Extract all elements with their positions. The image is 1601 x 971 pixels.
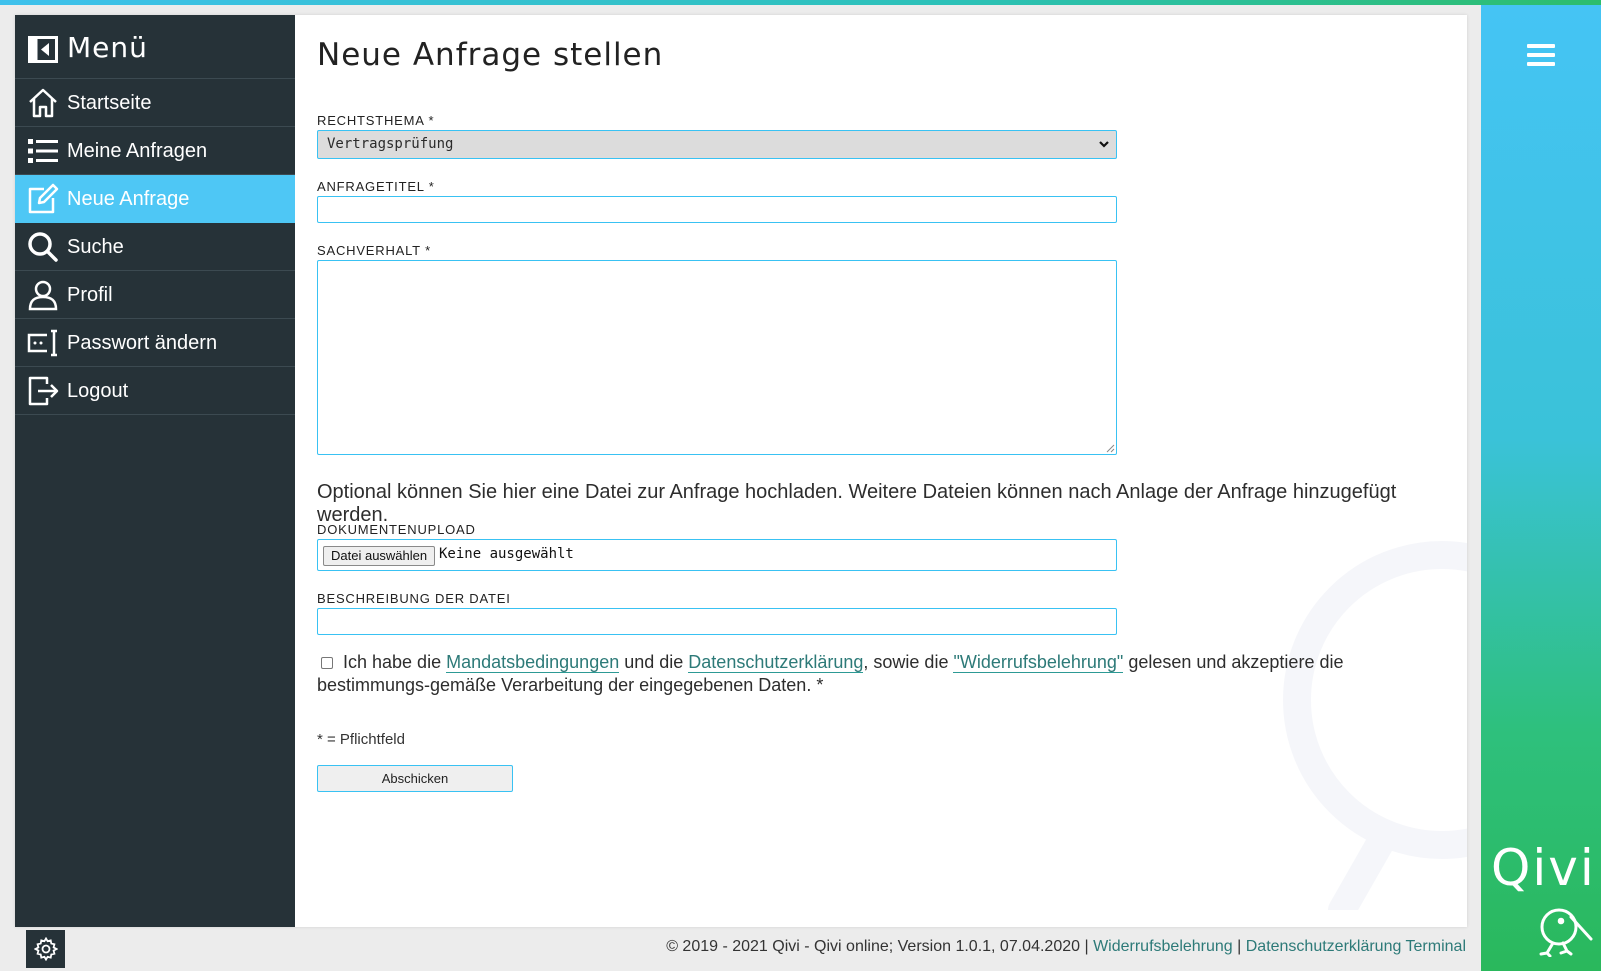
sidebar-item-label: Profil (67, 284, 113, 306)
sidebar-item-passwort-aendern[interactable]: Passwort ändern (15, 319, 295, 367)
chevron-down-icon (1099, 141, 1109, 148)
datenschutzerklaerung-link[interactable]: Datenschutzerklärung (688, 652, 864, 673)
search-icon (28, 232, 58, 262)
file-status: Keine ausgewählt (439, 546, 574, 562)
anfragetitel-input[interactable] (317, 196, 1117, 223)
brand-logo: Qivi (1489, 843, 1601, 971)
required-note: * = Pflichtfeld (317, 731, 405, 748)
mandatsbedingungen-link[interactable]: Mandatsbedingungen (446, 652, 620, 673)
settings-button[interactable] (26, 930, 65, 968)
sachverhalt-textarea[interactable] (317, 260, 1117, 455)
consent-checkbox[interactable] (321, 657, 333, 669)
top-accent-bar (0, 0, 1601, 5)
resize-grip-icon[interactable] (1105, 443, 1115, 453)
sidebar-item-label: Meine Anfragen (67, 140, 208, 162)
right-rail: Qivi (1481, 5, 1601, 971)
sidebar-item-label: Neue Anfrage (67, 188, 190, 210)
footer-datenschutz-link[interactable]: Datenschutzerklärung (1246, 938, 1402, 955)
sidebar-item-startseite[interactable]: Startseite (15, 79, 295, 127)
home-icon (29, 88, 57, 118)
password-icon (27, 329, 57, 357)
sidebar-item-profil[interactable]: Profil (15, 271, 295, 319)
brand-name: Qivi (1491, 839, 1596, 897)
beschreibung-label: BESCHREIBUNG DER DATEI (317, 591, 511, 606)
sidebar: Menü Startseite Meine Anfragen Neue Anfr… (15, 15, 295, 927)
rechtsthema-value: Vertragsprüfung (327, 136, 454, 152)
list-icon (28, 139, 58, 163)
sidebar-item-meine-anfragen[interactable]: Meine Anfragen (15, 127, 295, 175)
footer-widerruf-link[interactable]: Widerrufsbelehrung (1093, 938, 1233, 955)
sidebar-item-neue-anfrage[interactable]: Neue Anfrage (15, 175, 295, 223)
user-icon (28, 280, 58, 311)
beschreibung-input[interactable] (317, 608, 1117, 635)
rechtsthema-label: RECHTSTHEMA * (317, 113, 435, 128)
footer: © 2019 - 2021 Qivi - Qivi online; Versio… (0, 927, 1481, 971)
main-card: Menü Startseite Meine Anfragen Neue Anfr… (15, 15, 1467, 927)
sidebar-title: Menü (67, 31, 148, 64)
anfragetitel-label: ANFRAGETITEL * (317, 179, 435, 194)
consent-text-part: , sowie die (863, 652, 954, 672)
consent-text: Ich habe die Mandatsbedingungen und die … (317, 651, 1437, 697)
footer-terminal-link[interactable]: Terminal (1401, 938, 1466, 955)
footer-separator: | (1232, 938, 1246, 955)
sidebar-item-label: Passwort ändern (67, 332, 218, 354)
sachverhalt-label: SACHVERHALT * (317, 243, 431, 258)
gear-icon (34, 937, 58, 961)
dokumentenupload-label: DOKUMENTENUPLOAD (317, 522, 476, 537)
sidebar-item-logout[interactable]: Logout (15, 367, 295, 415)
sidebar-header: Menü (15, 15, 295, 79)
collapse-left-icon[interactable] (28, 36, 58, 63)
consent-text-part: und die (619, 652, 689, 672)
hamburger-icon[interactable] (1527, 44, 1555, 68)
widerrufsbelehrung-link[interactable]: "Widerrufsbelehrung" (953, 652, 1124, 673)
dokumentenupload-input[interactable]: Datei auswählen Keine ausgewählt (317, 539, 1117, 571)
consent-text-part: Ich habe die (343, 652, 447, 672)
edit-icon (28, 183, 59, 214)
sidebar-item-suche[interactable]: Suche (15, 223, 295, 271)
logout-icon (28, 376, 59, 406)
upload-hint: Optional können Sie hier eine Datei zur … (317, 481, 1397, 526)
footer-text: © 2019 - 2021 Qivi - Qivi online; Versio… (666, 938, 1466, 956)
kiwi-bird-icon (1539, 908, 1593, 957)
file-choose-button[interactable]: Datei auswählen (323, 546, 436, 566)
submit-button[interactable]: Abschicken (317, 765, 513, 792)
sidebar-item-label: Logout (67, 380, 129, 402)
content: Neue Anfrage stellen RECHTSTHEMA * Vertr… (317, 15, 1467, 927)
page-title: Neue Anfrage stellen (317, 37, 664, 73)
rechtsthema-select[interactable]: Vertragsprüfung (317, 130, 1117, 159)
copyright-text: © 2019 - 2021 Qivi - Qivi online; Versio… (666, 938, 1094, 955)
sidebar-item-label: Startseite (67, 92, 152, 114)
sidebar-item-label: Suche (67, 236, 124, 258)
